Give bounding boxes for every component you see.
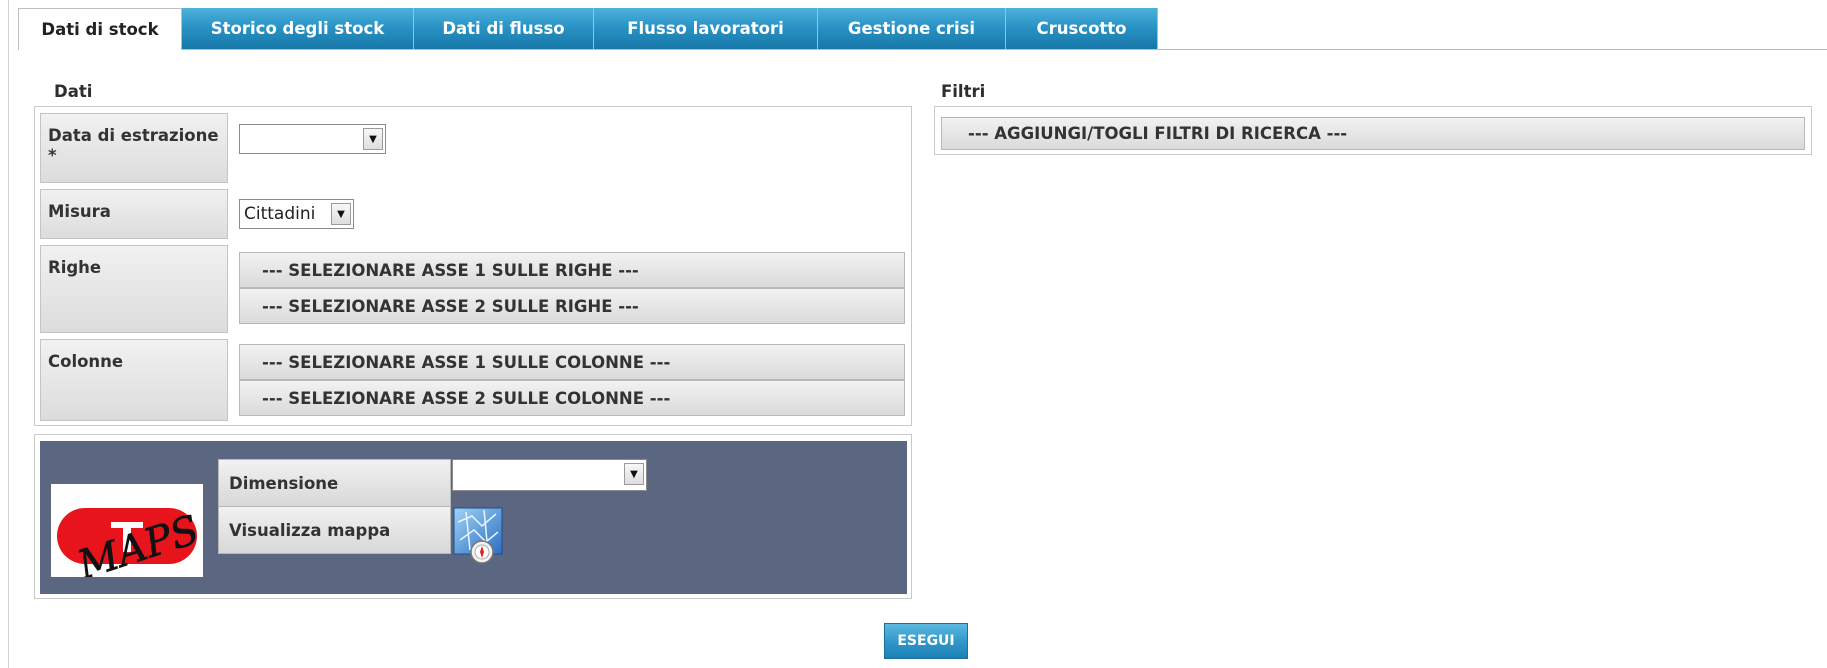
dimensione-label: Dimensione: [218, 459, 451, 507]
misura-label: Misura: [40, 189, 228, 239]
chevron-down-icon[interactable]: ▼: [331, 203, 351, 225]
colonne-asse2-button[interactable]: --- SELEZIONARE ASSE 2 SULLE COLONNE ---: [239, 380, 905, 416]
data-estrazione-label-text: Data di estrazione: [48, 126, 219, 145]
righe-asse2-button[interactable]: --- SELEZIONARE ASSE 2 SULLE RIGHE ---: [239, 288, 905, 324]
required-marker: *: [48, 146, 57, 165]
data-estrazione-select[interactable]: ▼: [239, 124, 386, 154]
misura-value: Cittadini: [244, 204, 316, 224]
aggiungi-filtri-button[interactable]: --- AGGIUNGI/TOGLI FILTRI DI RICERCA ---: [941, 117, 1805, 150]
tab-bar-underline: [182, 49, 1827, 50]
maps-logo: MAPS: [51, 484, 205, 590]
maps-logo-graphic: MAPS: [57, 507, 205, 590]
visualizza-mappa-label: Visualizza mappa: [218, 506, 451, 554]
colonne-asse1-button[interactable]: --- SELEZIONARE ASSE 1 SULLE COLONNE ---: [239, 344, 905, 380]
dati-title: Dati: [54, 82, 93, 101]
colonne-label: Colonne: [40, 339, 228, 421]
data-estrazione-label: Data di estrazione *: [40, 113, 228, 183]
tab-dati-di-flusso[interactable]: Dati di flusso: [414, 8, 594, 49]
tab-storico-degli-stock[interactable]: Storico degli stock: [182, 8, 414, 49]
esegui-button[interactable]: ESEGUI: [884, 623, 968, 659]
page-left-edge: [8, 0, 9, 668]
chevron-down-icon[interactable]: ▼: [624, 463, 644, 485]
misura-select[interactable]: Cittadini ▼: [239, 199, 354, 229]
tab-gestione-crisi[interactable]: Gestione crisi: [818, 8, 1006, 49]
map-globe-graphic: [453, 507, 503, 564]
righe-asse1-button[interactable]: --- SELEZIONARE ASSE 1 SULLE RIGHE ---: [239, 252, 905, 288]
filtri-title: Filtri: [941, 82, 986, 101]
dimensione-select[interactable]: ▼: [452, 459, 647, 491]
righe-label: Righe: [40, 245, 228, 333]
chevron-down-icon[interactable]: ▼: [363, 128, 383, 150]
map-globe-icon[interactable]: [452, 506, 504, 566]
tab-cruscotto[interactable]: Cruscotto: [1006, 8, 1158, 49]
tab-dati-di-stock[interactable]: Dati di stock: [18, 8, 182, 50]
tab-flusso-lavoratori[interactable]: Flusso lavoratori: [594, 8, 818, 49]
